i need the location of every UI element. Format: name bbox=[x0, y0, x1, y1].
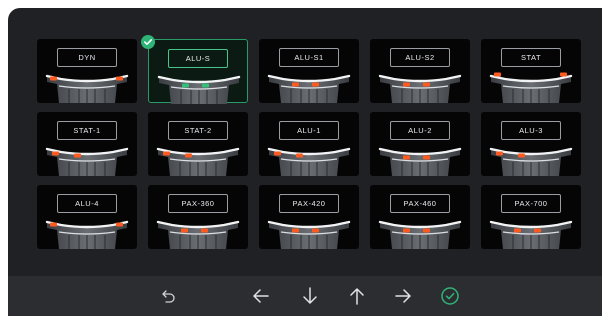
balance-weight-marker bbox=[423, 82, 430, 87]
wheel-rim-icon bbox=[157, 75, 241, 104]
wheel-type-label: ALU-S1 bbox=[279, 48, 339, 67]
balance-weight-marker bbox=[116, 76, 123, 81]
wheel-type-label: PAX-700 bbox=[501, 194, 561, 213]
wheel-type-tile-pax-700[interactable]: PAX-700 bbox=[481, 185, 581, 249]
wheel-rim-icon bbox=[267, 220, 351, 249]
balance-weight-marker bbox=[50, 222, 57, 227]
balance-weight-marker bbox=[423, 228, 430, 233]
arrow-right-icon bbox=[395, 289, 411, 303]
left-button[interactable] bbox=[250, 285, 272, 307]
wheel-rim-icon bbox=[45, 220, 129, 249]
balance-weight-marker bbox=[163, 151, 170, 156]
wheel-rim-icon bbox=[489, 72, 573, 103]
wheel-type-label: ALU-S2 bbox=[390, 48, 450, 67]
balance-weight-marker bbox=[292, 82, 299, 87]
balance-weight-marker bbox=[560, 72, 567, 77]
balance-weight-marker bbox=[202, 83, 209, 88]
wheel-type-label: ALU-S bbox=[168, 49, 228, 68]
wheel-type-label: STAT-1 bbox=[57, 121, 117, 140]
balance-weight-marker bbox=[292, 228, 299, 233]
undo-icon bbox=[162, 290, 175, 303]
wheel-rim-icon bbox=[378, 147, 462, 176]
up-button[interactable] bbox=[346, 285, 368, 307]
wheel-type-tile-pax-360[interactable]: PAX-360 bbox=[148, 185, 248, 249]
balance-weight-marker bbox=[52, 151, 59, 156]
arrow-up-icon bbox=[350, 288, 364, 305]
balance-weight-marker bbox=[494, 72, 501, 77]
balance-weight-marker bbox=[116, 222, 123, 227]
balance-weight-marker bbox=[182, 83, 189, 88]
wheel-rim-icon bbox=[267, 74, 351, 103]
wheel-type-label: ALU-1 bbox=[279, 121, 339, 140]
wheel-rim-icon bbox=[267, 147, 351, 176]
balance-weight-marker bbox=[296, 153, 303, 158]
wheel-type-tile-pax-420[interactable]: PAX-420 bbox=[259, 185, 359, 249]
wheel-rim-icon bbox=[489, 220, 573, 249]
balance-weight-marker bbox=[201, 228, 208, 233]
balance-weight-marker bbox=[50, 76, 57, 81]
balance-weight-marker bbox=[514, 228, 521, 233]
right-button[interactable] bbox=[392, 285, 414, 307]
wheel-type-label: DYN bbox=[57, 48, 117, 67]
arrow-left-icon bbox=[253, 289, 269, 303]
wheel-type-selector-screen: DYN ALU-S ALU-S1 ALU-S2 STAT STAT-1 STAT-2 ALU-… bbox=[8, 8, 602, 316]
wheel-type-tile-alu-2[interactable]: ALU-2 bbox=[370, 112, 470, 176]
wheel-type-label: STAT-2 bbox=[168, 121, 228, 140]
wheel-type-tile-alu-3[interactable]: ALU-3 bbox=[481, 112, 581, 176]
wheel-type-tile-alu-s2[interactable]: ALU-S2 bbox=[370, 39, 470, 103]
wheel-type-tile-alu-s1[interactable]: ALU-S1 bbox=[259, 39, 359, 103]
wheel-type-label: PAX-420 bbox=[279, 194, 339, 213]
wheel-type-tile-stat-1[interactable]: STAT-1 bbox=[37, 112, 137, 176]
balance-weight-marker bbox=[403, 155, 410, 160]
balance-weight-marker bbox=[423, 155, 430, 160]
wheel-type-tile-alu-s[interactable]: ALU-S bbox=[148, 39, 248, 104]
wheel-type-label: ALU-4 bbox=[57, 194, 117, 213]
balance-weight-marker bbox=[518, 153, 525, 158]
wheel-type-label: PAX-360 bbox=[168, 194, 228, 213]
wheel-rim-icon bbox=[378, 74, 462, 103]
wheel-type-label: ALU-2 bbox=[390, 121, 450, 140]
balance-weight-marker bbox=[312, 228, 319, 233]
wheel-rim-icon bbox=[378, 220, 462, 249]
undo-button[interactable] bbox=[158, 285, 180, 307]
wheel-rim-icon bbox=[45, 147, 129, 176]
balance-weight-marker bbox=[312, 82, 319, 87]
balance-weight-marker bbox=[274, 151, 281, 156]
balance-weight-marker bbox=[74, 153, 81, 158]
wheel-type-tile-dyn[interactable]: DYN bbox=[37, 39, 137, 103]
wheel-type-tile-stat[interactable]: STAT bbox=[481, 39, 581, 103]
check-circle-icon bbox=[441, 287, 459, 305]
arrow-down-icon bbox=[303, 287, 317, 304]
balance-weight-marker bbox=[403, 228, 410, 233]
wheel-type-label: ALU-3 bbox=[501, 121, 561, 140]
confirm-button[interactable] bbox=[439, 285, 461, 307]
wheel-type-tile-alu-1[interactable]: ALU-1 bbox=[259, 112, 359, 176]
balance-weight-marker bbox=[185, 153, 192, 158]
wheel-type-tile-alu-4[interactable]: ALU-4 bbox=[37, 185, 137, 249]
wheel-type-tile-stat-2[interactable]: STAT-2 bbox=[148, 112, 248, 176]
down-button[interactable] bbox=[299, 285, 321, 307]
wheel-rim-icon bbox=[156, 220, 240, 249]
balance-weight-marker bbox=[181, 228, 188, 233]
wheel-type-label: STAT bbox=[501, 48, 561, 67]
selected-check-icon bbox=[141, 35, 155, 49]
wheel-type-tile-pax-460[interactable]: PAX-460 bbox=[370, 185, 470, 249]
wheel-rim-icon bbox=[45, 74, 129, 103]
wheel-type-label: PAX-460 bbox=[390, 194, 450, 213]
balance-weight-marker bbox=[496, 151, 503, 156]
balance-weight-marker bbox=[403, 82, 410, 87]
wheel-type-grid: DYN ALU-S ALU-S1 ALU-S2 STAT STAT-1 STAT-2 ALU-… bbox=[8, 8, 602, 258]
balance-weight-marker bbox=[534, 228, 541, 233]
wheel-rim-icon bbox=[156, 147, 240, 176]
navigation-bar bbox=[8, 276, 602, 316]
wheel-rim-icon bbox=[489, 147, 573, 176]
